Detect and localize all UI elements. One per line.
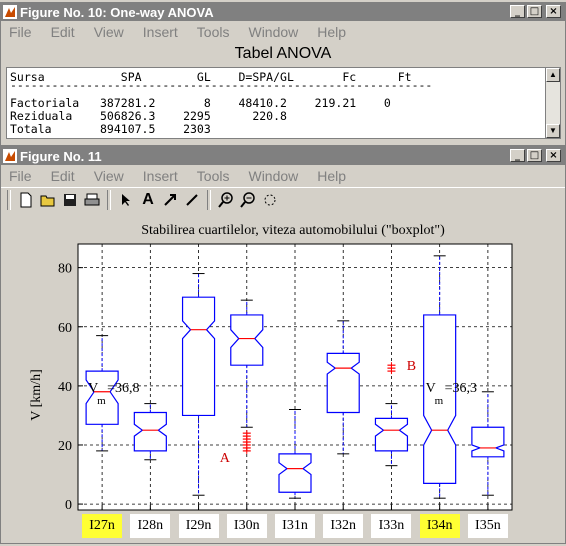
menu-file[interactable]: File (9, 168, 32, 184)
box-body (471, 426, 505, 458)
anova-scrollbar[interactable]: ▲ ▼ (545, 67, 561, 139)
figure-window-title: Figure No. 11 (20, 148, 102, 164)
menu-window[interactable]: Window (248, 168, 298, 184)
close-button[interactable]: × (546, 149, 561, 162)
box-body (278, 453, 312, 493)
scroll-down-button[interactable]: ▼ (546, 124, 560, 138)
x-tick-label: I27n (82, 514, 123, 538)
matlab-logo-icon (3, 5, 17, 19)
mean-label-sub: m (435, 395, 444, 407)
x-axis-labels: I27n I28n I29n I30n I31n I32n I33n I34n I35n (0, 514, 566, 540)
anova-text-box: Sursa SPA GL D=SPA/GL Fc Ft -------------… (6, 67, 545, 139)
maximize-button[interactable]: □ (527, 149, 542, 162)
x-tick-label: I28n (130, 514, 171, 538)
mean-label-value: =36,3 (445, 381, 477, 396)
anova-table-title: Tabel ANOVA (234, 45, 332, 62)
menu-help[interactable]: Help (317, 24, 346, 40)
x-tick-label: I31n (275, 514, 315, 538)
menu-file[interactable]: File (9, 24, 32, 40)
menu-tools[interactable]: Tools (197, 168, 230, 184)
figure-menubar: File Edit View Insert Tools Window Help (1, 165, 565, 187)
insert-arrow-icon[interactable] (159, 189, 181, 211)
menu-edit[interactable]: Edit (51, 24, 75, 40)
zoom-in-icon[interactable] (215, 189, 237, 211)
menu-view[interactable]: View (94, 168, 124, 184)
y-axis-label: V [km/h] (29, 369, 44, 420)
y-tick-label: 80 (58, 262, 72, 277)
menu-view[interactable]: View (94, 24, 124, 40)
x-tick-label: I35n (467, 514, 508, 538)
insert-text-icon[interactable]: A (137, 189, 159, 211)
x-tick-label: I34n (419, 514, 460, 538)
anova-line: Reziduala 506826.3 2295 220.8 (10, 109, 287, 123)
annotation-label: B (407, 359, 416, 374)
anova-window-title: Figure No. 10: One-way ANOVA (20, 4, 214, 20)
insert-line-icon[interactable] (181, 189, 203, 211)
figure-toolbar: A (1, 187, 565, 212)
boxplot-chart: Stabilirea cuartilelor, viteza automobil… (29, 223, 513, 513)
mean-label-value: =36,8 (107, 381, 139, 396)
box-body (374, 417, 409, 452)
anova-menubar: File Edit View Insert Tools Window Help (1, 21, 565, 43)
box-body (326, 352, 360, 414)
open-file-icon[interactable] (37, 189, 59, 211)
matlab-logo-icon (3, 149, 17, 163)
minimize-button[interactable]: _ (510, 149, 525, 162)
anova-line: Totala 894107.5 2303 (10, 122, 211, 136)
y-tick-label: 40 (58, 380, 72, 395)
anova-window: Figure No. 10: One-way ANOVA _ □ × File E… (0, 2, 566, 146)
x-tick-label: I32n (323, 514, 364, 538)
annotation-label: A (220, 451, 231, 466)
y-tick-label: 20 (58, 439, 72, 454)
menu-help[interactable]: Help (317, 168, 346, 184)
menu-insert[interactable]: Insert (143, 168, 178, 184)
select-arrow-icon[interactable] (115, 189, 137, 211)
y-tick-label: 0 (65, 498, 72, 513)
close-button[interactable]: × (546, 5, 561, 18)
x-tick-label: I30n (226, 514, 267, 538)
anova-line: ----------------------------------------… (10, 78, 433, 92)
anova-panel: Tabel ANOVA Sursa SPA GL D=SPA/GL Fc Ft -… (3, 43, 563, 141)
menu-insert[interactable]: Insert (143, 24, 178, 40)
scroll-up-button[interactable]: ▲ (546, 68, 560, 82)
new-figure-icon[interactable] (15, 189, 37, 211)
menu-edit[interactable]: Edit (51, 168, 75, 184)
mean-label-sub: m (97, 395, 106, 407)
figure-window-titlebar[interactable]: Figure No. 11 _ □ × (1, 147, 565, 165)
x-tick-label: I33n (371, 514, 412, 538)
menu-window[interactable]: Window (248, 24, 298, 40)
anova-line: Factoriala 387281.2 8 48410.2 219.21 0 (10, 96, 391, 110)
anova-window-titlebar[interactable]: Figure No. 10: One-way ANOVA _ □ × (1, 3, 565, 21)
zoom-out-icon[interactable] (237, 189, 259, 211)
mean-label-v: V (88, 381, 98, 396)
x-tick-label: I29n (178, 514, 219, 538)
print-icon[interactable] (81, 189, 103, 211)
save-icon[interactable] (59, 189, 81, 211)
menu-tools[interactable]: Tools (197, 24, 230, 40)
y-tick-label: 60 (58, 321, 72, 336)
mean-label-v: V (426, 381, 436, 396)
chart-title: Stabilirea cuartilelor, viteza automobil… (141, 223, 445, 238)
box-body (181, 296, 216, 417)
minimize-button[interactable]: _ (510, 5, 525, 18)
maximize-button[interactable]: □ (527, 5, 542, 18)
rotate-3d-icon[interactable] (259, 189, 281, 211)
